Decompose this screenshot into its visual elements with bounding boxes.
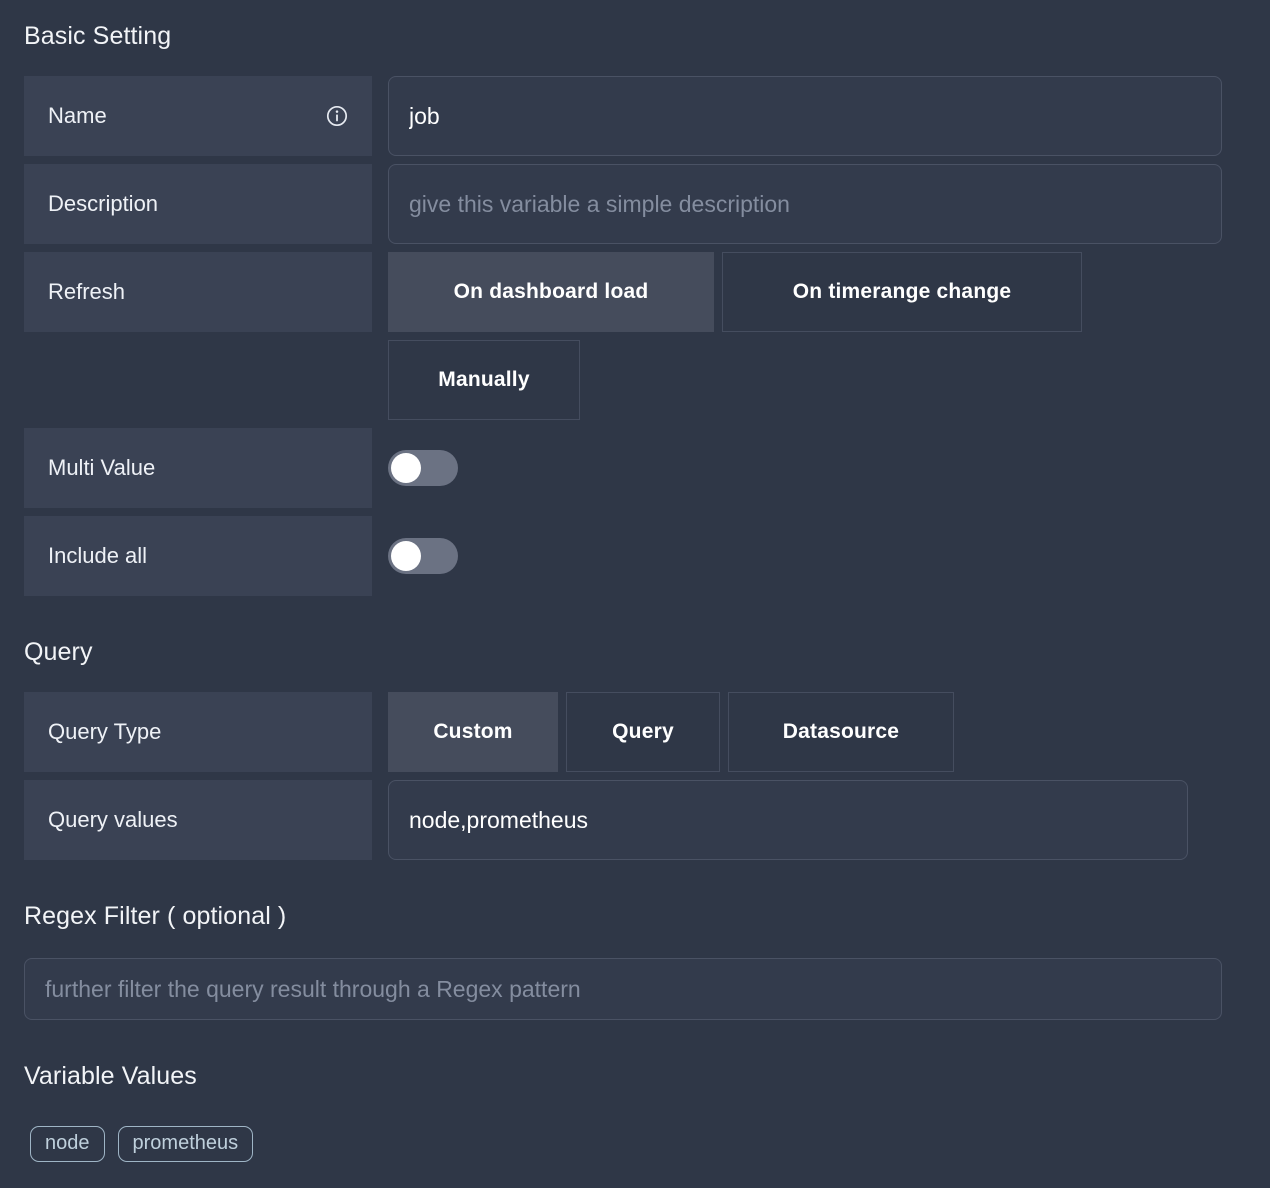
- query-type-option-datasource[interactable]: Datasource: [728, 692, 954, 772]
- regex-filter-input[interactable]: [24, 958, 1222, 1020]
- variable-editor-panel: Basic Setting Name Description Refresh O…: [0, 0, 1270, 1188]
- variable-value-chip[interactable]: node: [30, 1126, 105, 1162]
- label-cell-query-values: Query values: [24, 780, 372, 860]
- label-multi-value: Multi Value: [48, 455, 156, 480]
- section-title-query: Query: [24, 638, 93, 666]
- label-cell-multi-value: Multi Value: [24, 428, 372, 508]
- refresh-option-on-dashboard-load[interactable]: On dashboard load: [388, 252, 714, 332]
- refresh-option-on-timerange-change[interactable]: On timerange change: [722, 252, 1082, 332]
- label-cell-include-all: Include all: [24, 516, 372, 596]
- label-include-all: Include all: [48, 543, 148, 568]
- include-all-toggle[interactable]: [388, 538, 458, 574]
- section-title-basic-setting: Basic Setting: [24, 22, 172, 50]
- label-query-type: Query Type: [48, 719, 162, 744]
- label-refresh: Refresh: [48, 279, 126, 304]
- query-type-option-query[interactable]: Query: [566, 692, 720, 772]
- multi-value-toggle[interactable]: [388, 450, 458, 486]
- name-input[interactable]: [388, 76, 1222, 156]
- label-cell-refresh: Refresh: [24, 252, 372, 332]
- refresh-option-manually[interactable]: Manually: [388, 340, 580, 420]
- info-icon[interactable]: [326, 105, 348, 127]
- label-cell-query-type: Query Type: [24, 692, 372, 772]
- include-all-toggle-knob: [391, 541, 421, 571]
- section-title-regex-filter: Regex Filter ( optional ): [24, 902, 287, 930]
- label-name: Name: [48, 103, 107, 128]
- multi-value-toggle-knob: [391, 453, 421, 483]
- section-title-variable-values: Variable Values: [24, 1062, 197, 1090]
- label-cell-description: Description: [24, 164, 372, 244]
- query-type-option-custom[interactable]: Custom: [388, 692, 558, 772]
- variable-value-chip[interactable]: prometheus: [117, 1126, 254, 1162]
- label-cell-name: Name: [24, 76, 372, 156]
- label-query-values: Query values: [48, 807, 178, 832]
- description-input[interactable]: [388, 164, 1222, 244]
- query-values-input[interactable]: [388, 780, 1188, 860]
- label-description: Description: [48, 191, 159, 216]
- variable-values-chip-list: node prometheus: [30, 1126, 254, 1162]
